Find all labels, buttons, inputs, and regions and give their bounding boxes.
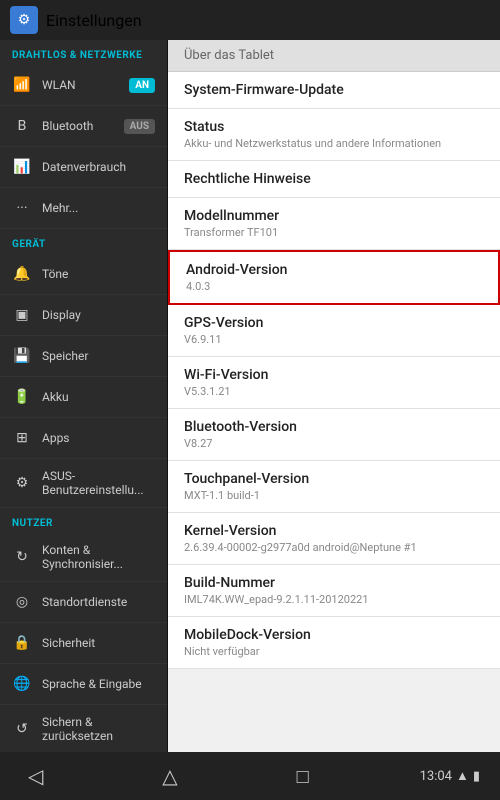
content-item-firmware[interactable]: System-Firmware-Update	[168, 72, 500, 109]
backup-icon: ↺	[12, 719, 32, 739]
content-item-title: Android-Version	[186, 262, 482, 278]
sidebar-item-label: Bluetooth	[42, 119, 114, 133]
content-panel: Über das Tablet System-Firmware-Update St…	[168, 40, 500, 752]
battery-status-icon: ▮	[473, 769, 480, 784]
sidebar-section-header: DRAHTLOS & NETZWERKE	[0, 40, 167, 65]
content-header: Über das Tablet	[168, 40, 500, 72]
sidebar-item-label: Konten & Synchronisier...	[42, 543, 155, 571]
sync-icon: ↻	[12, 547, 32, 567]
content-item-title: System-Firmware-Update	[184, 82, 484, 98]
display-icon: ▣	[12, 305, 32, 325]
content-item-subtitle: 4.0.3	[186, 280, 482, 293]
content-item-subtitle: Nicht verfügbar	[184, 645, 484, 658]
toggle-bluetooth[interactable]: AUS	[124, 119, 155, 134]
content-item-title: Build-Nummer	[184, 575, 484, 591]
content-item-subtitle: V8.27	[184, 437, 484, 450]
sidebar-item-label: WLAN	[42, 78, 119, 92]
sidebar-item-label: Akku	[42, 390, 155, 404]
sidebar-item-toene[interactable]: 🔔 Töne	[0, 254, 167, 295]
content-item-subtitle: V6.9.11	[184, 333, 484, 346]
gear-icon: ⚙	[12, 473, 32, 493]
content-item-touchpanel: Touchpanel-Version MXT-1.1 build-1	[168, 461, 500, 513]
sidebar-item-bluetooth[interactable]: B Bluetooth AUS	[0, 106, 167, 147]
sidebar-item-akku[interactable]: 🔋 Akku	[0, 377, 167, 418]
location-icon: ◎	[12, 592, 32, 612]
content-item-subtitle: IML74K.WW_epad-9.2.1.11-20120221	[184, 593, 484, 606]
sidebar-item-display[interactable]: ▣ Display	[0, 295, 167, 336]
content-item-build: Build-Nummer IML74K.WW_epad-9.2.1.11-2012…	[168, 565, 500, 617]
main-layout: DRAHTLOS & NETZWERKE 📶 WLAN AN B Bluetooth AUS…	[0, 40, 500, 752]
sidebar-item-label: Sichern & zurücksetzen	[42, 715, 155, 743]
content-item-gps: GPS-Version V6.9.11	[168, 305, 500, 357]
more-icon: ···	[12, 198, 32, 218]
sidebar-item-label: Sicherheit	[42, 636, 155, 650]
sidebar-item-label: Töne	[42, 267, 155, 281]
content-item-bluetooth: Bluetooth-Version V8.27	[168, 409, 500, 461]
status-bar-right: 13:04 ▲ ▮	[420, 768, 480, 784]
home-button[interactable]: △	[154, 756, 185, 796]
sidebar-item-apps[interactable]: ⊞ Apps	[0, 418, 167, 459]
content-item-modell: Modellnummer Transformer TF101	[168, 198, 500, 250]
sidebar-item-label: Standortdienste	[42, 595, 155, 609]
sidebar-section-header: NUTZER	[0, 508, 167, 533]
sidebar-item-label: Apps	[42, 431, 155, 445]
content-item-title: Wi-Fi-Version	[184, 367, 484, 383]
wifi-icon: 📶	[12, 75, 32, 95]
content-item-subtitle: V5.3.1.21	[184, 385, 484, 398]
sidebar-item-label: Datenverbrauch	[42, 160, 155, 174]
sidebar-item-wlan[interactable]: 📶 WLAN AN	[0, 65, 167, 106]
content-item-kernel: Kernel-Version 2.6.39.4-00002-g2977a0d an…	[168, 513, 500, 565]
sidebar-item-sicherheit[interactable]: 🔒 Sicherheit	[0, 623, 167, 664]
storage-icon: 💾	[12, 346, 32, 366]
sidebar-item-sprache[interactable]: 🌐 Sprache & Eingabe	[0, 664, 167, 705]
lock-icon: 🔒	[12, 633, 32, 653]
sidebar-item-mehr[interactable]: ··· Mehr...	[0, 188, 167, 229]
content-item-rechtlich[interactable]: Rechtliche Hinweise	[168, 161, 500, 198]
content-item-subtitle: 2.6.39.4-00002-g2977a0d android@Neptune …	[184, 541, 484, 554]
bottom-nav: ◁ △ □ 13:04 ▲ ▮	[0, 752, 500, 800]
sidebar-item-datenverbrauch[interactable]: 📊 Datenverbrauch	[0, 147, 167, 188]
content-item-subtitle: MXT-1.1 build-1	[184, 489, 484, 502]
content-item-title: Modellnummer	[184, 208, 484, 224]
content-item-title: Rechtliche Hinweise	[184, 171, 484, 187]
sidebar-item-speicher[interactable]: 💾 Speicher	[0, 336, 167, 377]
content-item-title: Status	[184, 119, 484, 135]
content-item-title: Kernel-Version	[184, 523, 484, 539]
wifi-status-icon: ▲	[456, 768, 469, 784]
content-item-wifi: Wi-Fi-Version V5.3.1.21	[168, 357, 500, 409]
content-item-title: MobileDock-Version	[184, 627, 484, 643]
title-bar-text: Einstellungen	[46, 11, 142, 30]
content-item-title: Bluetooth-Version	[184, 419, 484, 435]
title-bar: ⚙ Einstellungen	[0, 0, 500, 40]
time-display: 13:04	[420, 769, 452, 784]
content-item-subtitle: Transformer TF101	[184, 226, 484, 239]
tone-icon: 🔔	[12, 264, 32, 284]
battery-icon: 🔋	[12, 387, 32, 407]
app-icon: ⚙	[10, 6, 38, 34]
content-item-subtitle: Akku- und Netzwerkstatus und andere Info…	[184, 137, 484, 150]
sidebar-item-label: Display	[42, 308, 155, 322]
language-icon: 🌐	[12, 674, 32, 694]
content-item-title: Touchpanel-Version	[184, 471, 484, 487]
sidebar-item-standort[interactable]: ◎ Standortdienste	[0, 582, 167, 623]
content-item-mobiledock: MobileDock-Version Nicht verfügbar	[168, 617, 500, 669]
sidebar-item-konten[interactable]: ↻ Konten & Synchronisier...	[0, 533, 167, 582]
sidebar: DRAHTLOS & NETZWERKE 📶 WLAN AN B Bluetooth AUS…	[0, 40, 168, 752]
sidebar-section-header: GERÄT	[0, 229, 167, 254]
data-icon: 📊	[12, 157, 32, 177]
content-item-status[interactable]: Status Akku- und Netzwerkstatus und ander…	[168, 109, 500, 161]
apps-icon: ⊞	[12, 428, 32, 448]
content-item-title: GPS-Version	[184, 315, 484, 331]
recent-button[interactable]: □	[289, 756, 317, 797]
sidebar-item-sichern[interactable]: ↺ Sichern & zurücksetzen	[0, 705, 167, 752]
sidebar-item-label: Sprache & Eingabe	[42, 677, 155, 691]
toggle-wlan[interactable]: AN	[129, 78, 155, 93]
sidebar-item-asus[interactable]: ⚙ ASUS-Benutzereinstellu...	[0, 459, 167, 508]
bt-icon: B	[12, 116, 32, 136]
sidebar-item-label: Mehr...	[42, 201, 155, 215]
sidebar-item-label: Speicher	[42, 349, 155, 363]
sidebar-item-label: ASUS-Benutzereinstellu...	[42, 469, 155, 497]
content-item-android: Android-Version 4.0.3	[168, 250, 500, 305]
back-button[interactable]: ◁	[20, 756, 51, 796]
